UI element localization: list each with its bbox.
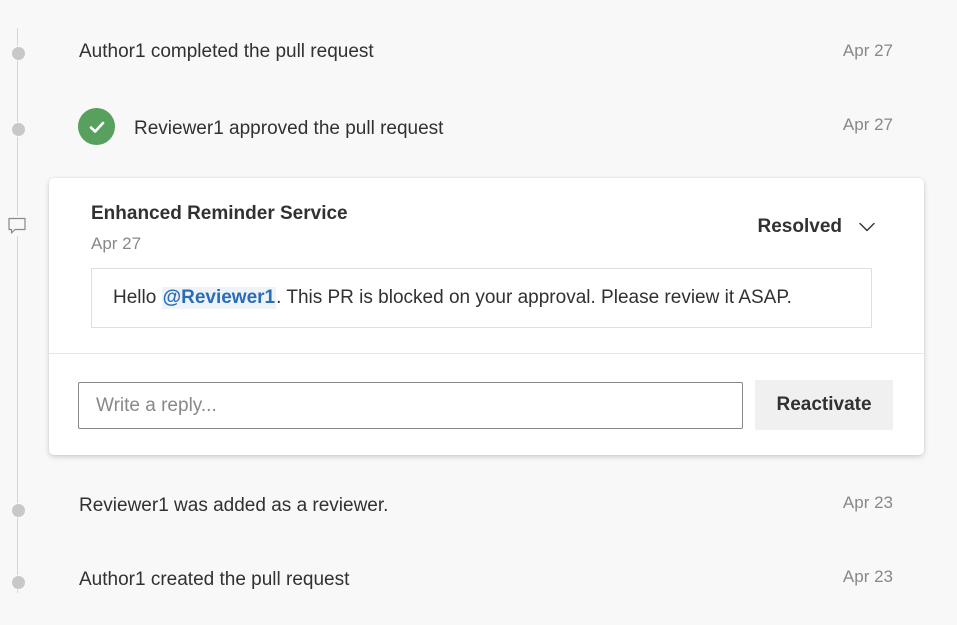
event-created-date: Apr 23 (842, 567, 893, 586)
timeline-dot (11, 122, 26, 137)
comment-thread-card: Enhanced Reminder Service Apr 27 Resolve… (49, 178, 924, 455)
event-approved-date: Apr 27 (842, 115, 893, 134)
event-reviewer-added-date: Apr 23 (842, 493, 893, 512)
card-divider (49, 353, 924, 354)
event-completed-text: Author1 completed the pull request (79, 41, 374, 62)
event-reviewer-added-text: Reviewer1 was added as a reviewer. (79, 495, 389, 516)
event-approved-text: Reviewer1 approved the pull request (134, 118, 444, 139)
thread-status-label: Resolved (757, 216, 842, 237)
thread-status-dropdown[interactable]: Resolved (758, 216, 876, 238)
checkmark-icon (89, 121, 104, 133)
event-created-text: Author1 created the pull request (79, 569, 350, 590)
chevron-down-icon (859, 222, 875, 232)
comment-icon (7, 216, 27, 236)
message-text: Hello (113, 287, 162, 308)
reply-input[interactable] (78, 382, 743, 429)
comment-date: Apr 27 (91, 234, 142, 253)
comment-message: Hello @Reviewer1. This PR is blocked on … (91, 268, 872, 328)
mention-link[interactable]: @Reviewer1 (161, 287, 277, 309)
comment-title: Enhanced Reminder Service (91, 203, 348, 224)
event-completed-date: Apr 27 (842, 41, 893, 60)
timeline-dot (11, 46, 26, 61)
reactivate-button[interactable]: Reactivate (755, 380, 893, 430)
timeline-dot (11, 575, 26, 590)
timeline-dot (11, 503, 26, 518)
approved-badge (78, 108, 115, 145)
message-text: . This PR is blocked on your approval. P… (276, 287, 792, 308)
